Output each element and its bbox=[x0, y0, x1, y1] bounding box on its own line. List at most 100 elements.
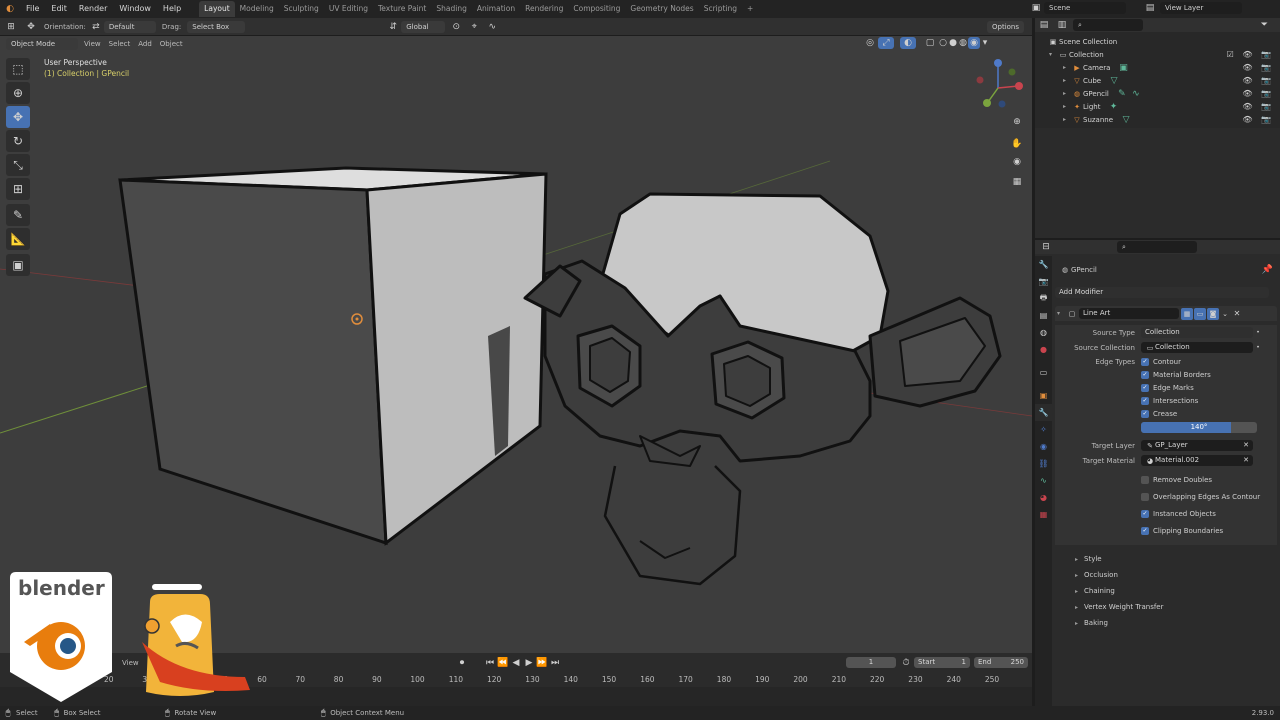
subpanel-occlusion[interactable]: ▸ Occlusion bbox=[1055, 567, 1277, 583]
pan-icon[interactable]: ✋ bbox=[1010, 138, 1024, 150]
menu-object[interactable]: Object bbox=[156, 40, 187, 48]
constraints-tab-icon[interactable]: ⛓ bbox=[1035, 455, 1052, 472]
menu-edit[interactable]: Edit bbox=[45, 0, 73, 18]
outliner-row-suzanne[interactable]: ▸ ▽ Suzanne ▽ 👁 📷 bbox=[1035, 113, 1280, 126]
target-layer-field[interactable]: ✎ GP_Layer ✕ bbox=[1141, 440, 1253, 451]
tab-rendering[interactable]: Rendering bbox=[520, 1, 568, 17]
solid-shading-icon[interactable]: ● bbox=[948, 37, 958, 49]
texture-tab-icon[interactable]: ▦ bbox=[1035, 506, 1052, 523]
collapse-triangle-icon[interactable]: ▾ bbox=[1055, 310, 1065, 317]
material-tab-icon[interactable]: ◕ bbox=[1035, 489, 1052, 506]
visibility-icon[interactable]: ◎ bbox=[862, 37, 878, 49]
outliner-row-light[interactable]: ▸ ✦ Light ✦ 👁 📷 bbox=[1035, 100, 1280, 113]
menu-window[interactable]: Window bbox=[113, 0, 157, 18]
outliner-search-input[interactable]: ⌕ bbox=[1073, 19, 1143, 31]
clear-field-icon[interactable]: ✕ bbox=[1243, 440, 1249, 451]
shading-options-icon[interactable]: ▾ bbox=[980, 37, 990, 49]
menu-select[interactable]: Select bbox=[105, 40, 135, 48]
animate-dot-icon[interactable]: • bbox=[1253, 342, 1263, 354]
transform-tool[interactable]: ⊞ bbox=[6, 178, 30, 200]
tab-modeling[interactable]: Modeling bbox=[235, 1, 279, 17]
outliner-editor-icon[interactable]: ▤ bbox=[1035, 19, 1053, 31]
edge-marks-checkbox[interactable]: ✓ bbox=[1141, 383, 1149, 392]
tab-compositing[interactable]: Compositing bbox=[568, 1, 625, 17]
crease-angle-slider[interactable]: 140° bbox=[1141, 421, 1257, 433]
subpanel-baking[interactable]: ▸ Baking bbox=[1055, 615, 1277, 631]
world-tab-icon[interactable]: ● bbox=[1035, 341, 1052, 358]
material-shading-icon[interactable]: ◍ bbox=[958, 37, 968, 49]
object-data-tab-icon[interactable]: ∿ bbox=[1035, 472, 1052, 489]
tab-layout[interactable]: Layout bbox=[199, 1, 235, 17]
intersections-checkbox[interactable]: ✓ bbox=[1141, 396, 1149, 405]
scale-tool[interactable]: ⤡ bbox=[6, 154, 30, 176]
move-tool[interactable]: ✥ bbox=[6, 106, 30, 128]
add-workspace-button[interactable]: + bbox=[742, 1, 758, 17]
transform-icon[interactable]: ✥ bbox=[22, 21, 40, 33]
record-icon[interactable]: ⏺ bbox=[456, 657, 468, 669]
clear-field-icon[interactable]: ✕ bbox=[1243, 455, 1249, 466]
expand-triangle-icon[interactable]: ▸ bbox=[1063, 90, 1071, 97]
end-frame-field[interactable]: End 250 bbox=[974, 657, 1028, 668]
filter-icon[interactable]: ⏷ bbox=[1261, 19, 1268, 31]
cursor-tool[interactable]: ⊕ bbox=[6, 82, 30, 104]
visual-effects-tab-icon[interactable]: ✧ bbox=[1035, 421, 1052, 438]
mode-dropdown[interactable]: Object Mode bbox=[6, 37, 78, 50]
gizmo-toggle-icon[interactable]: ⤢ bbox=[878, 37, 894, 49]
outliner-row-scene-collection[interactable]: ▣ Scene Collection bbox=[1035, 35, 1280, 48]
tab-animation[interactable]: Animation bbox=[472, 1, 520, 17]
outliner-row-cube[interactable]: ▸ ▽ Cube ▽ 👁 📷 bbox=[1035, 74, 1280, 87]
properties-search-input[interactable]: ⌕ bbox=[1117, 241, 1197, 253]
play-reverse-icon[interactable]: ◀ bbox=[510, 657, 522, 669]
annotate-tool[interactable]: ✎ bbox=[6, 204, 30, 226]
menu-help[interactable]: Help bbox=[157, 0, 187, 18]
collection-tab-icon[interactable]: ▭ bbox=[1035, 364, 1052, 381]
options-dropdown[interactable]: Options bbox=[987, 20, 1025, 33]
row-toggles[interactable]: 👁 📷 bbox=[1242, 63, 1274, 72]
expand-triangle-icon[interactable]: ▸ bbox=[1063, 103, 1071, 110]
row-toggles[interactable]: ☑ 👁 📷 bbox=[1227, 50, 1274, 59]
modifier-name-field[interactable]: Line Art bbox=[1079, 308, 1179, 319]
scene-selector[interactable]: Scene bbox=[1044, 2, 1126, 14]
crease-checkbox[interactable]: ✓ bbox=[1141, 409, 1149, 418]
properties-editor-icon[interactable]: ⊟ bbox=[1035, 241, 1057, 253]
orientation-dropdown[interactable]: Default bbox=[103, 20, 156, 33]
source-collection-field[interactable]: ▭ Collection bbox=[1141, 342, 1253, 353]
next-keyframe-icon[interactable]: ⏩ bbox=[536, 657, 548, 669]
jump-end-icon[interactable]: ⏭ bbox=[549, 657, 561, 669]
subpanel-vertex-weight-transfer[interactable]: ▸ Vertex Weight Transfer bbox=[1055, 599, 1277, 615]
stopwatch-icon[interactable]: ⏱ bbox=[900, 657, 912, 669]
proportional-edit-icon[interactable]: ∿ bbox=[483, 21, 501, 33]
clipping-boundaries-checkbox[interactable]: ✓ bbox=[1141, 526, 1149, 535]
tab-uv-editing[interactable]: UV Editing bbox=[324, 1, 373, 17]
outliner-row-gpencil[interactable]: ▸ ◍ GPencil ✎ ∿ 👁 📷 bbox=[1035, 87, 1280, 100]
timeline-view-menu[interactable]: View bbox=[118, 659, 143, 667]
editor-type-icon[interactable]: ⊞ bbox=[0, 21, 22, 33]
pin-icon[interactable]: 📌 bbox=[1262, 264, 1273, 276]
scene-tab-icon[interactable]: ◍ bbox=[1035, 324, 1052, 341]
menu-render[interactable]: Render bbox=[73, 0, 113, 18]
row-toggles[interactable]: 👁 📷 bbox=[1242, 115, 1274, 124]
instanced-objects-checkbox[interactable]: ✓ bbox=[1141, 509, 1149, 518]
add-cube-tool[interactable]: ▣ bbox=[6, 254, 30, 276]
overlapping-edges-checkbox[interactable] bbox=[1141, 492, 1149, 501]
blender-menu-icon[interactable]: ◐ bbox=[0, 3, 20, 15]
navigation-gizmo[interactable] bbox=[968, 58, 1028, 118]
outliner-row-camera[interactable]: ▸ ▶ Camera ▣ 👁 📷 bbox=[1035, 61, 1280, 74]
pivot-icon[interactable]: ⊙ bbox=[447, 21, 465, 33]
xray-icon[interactable]: ▢ bbox=[922, 37, 938, 49]
tab-geometry-nodes[interactable]: Geometry Nodes bbox=[625, 1, 698, 17]
rotate-tool[interactable]: ↻ bbox=[6, 130, 30, 152]
select-box-tool[interactable]: ⬚ bbox=[6, 58, 30, 80]
source-type-dropdown[interactable]: Collection bbox=[1141, 327, 1253, 338]
target-material-field[interactable]: ◕ Material.002 ✕ bbox=[1141, 455, 1253, 466]
measure-tool[interactable]: 📐 bbox=[6, 228, 30, 250]
render-toggle-icon[interactable]: ◙ bbox=[1207, 307, 1219, 320]
subpanel-style[interactable]: ▸ Style bbox=[1055, 551, 1277, 567]
play-icon[interactable]: ▶ bbox=[523, 657, 535, 669]
render-tab-icon[interactable]: 📷 bbox=[1035, 273, 1052, 290]
material-borders-checkbox[interactable]: ✓ bbox=[1141, 370, 1149, 379]
prev-keyframe-icon[interactable]: ⏪ bbox=[497, 657, 509, 669]
jump-start-icon[interactable]: ⏮ bbox=[484, 657, 496, 669]
overlay-toggle-icon[interactable]: ◐ bbox=[900, 37, 916, 49]
modifier-tab-icon[interactable]: 🔧 bbox=[1035, 404, 1052, 421]
